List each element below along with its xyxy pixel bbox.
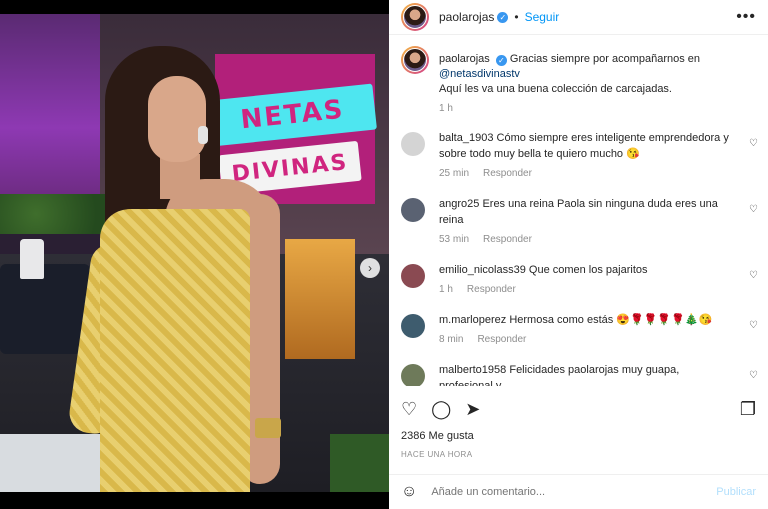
- comment-time: 8 min: [439, 334, 464, 345]
- commenter-avatar[interactable]: [401, 364, 425, 386]
- comment-composer: ☺ Publicar: [389, 474, 768, 509]
- comment-body: balta_1903 Cómo siempre eres inteligente…: [439, 130, 729, 182]
- reply-button[interactable]: Responder: [467, 284, 516, 295]
- comment-body: emilio_nicolass39 Que comen los pajarito…: [439, 262, 729, 298]
- caption-mention[interactable]: @netasdivinastv: [439, 68, 520, 80]
- author-avatar-image: [403, 5, 427, 29]
- comment-input[interactable]: [431, 486, 702, 498]
- comment-text: Hermosa como estás 😍🌹🌹🌹🌹🎄😘: [509, 314, 713, 326]
- like-comment-heart-icon[interactable]: ♡: [749, 370, 758, 381]
- commenter-avatar[interactable]: [401, 264, 425, 288]
- commenter-avatar[interactable]: [401, 198, 425, 222]
- comment-item: angro25 Eres una reina Paola sin ninguna…: [389, 196, 768, 248]
- comment-meta: 25 min Responder: [439, 166, 729, 182]
- post-caption: paolarojas ✓ Gracias siempre por acompañ…: [389, 46, 768, 116]
- comment-item: emilio_nicolass39 Que comen los pajarito…: [389, 262, 768, 298]
- comment-username[interactable]: m.marloperez: [439, 314, 506, 326]
- likes-count[interactable]: 2386 Me gusta: [401, 430, 474, 442]
- reply-button[interactable]: Responder: [477, 334, 526, 345]
- comment-username[interactable]: malberto1958: [439, 364, 506, 376]
- post-timestamp: HACE UNA HORA: [401, 450, 473, 459]
- chevron-right-icon: ›: [368, 261, 372, 275]
- comments-list[interactable]: paolarojas ✓ Gracias siempre por acompañ…: [389, 46, 768, 386]
- photo-lamp: [20, 239, 44, 279]
- next-photo-button[interactable]: ›: [360, 258, 380, 278]
- more-options-icon[interactable]: •••: [736, 8, 756, 26]
- reply-button[interactable]: Responder: [483, 234, 532, 245]
- author-avatar[interactable]: [401, 3, 429, 31]
- woman-face: [148, 76, 206, 162]
- photo-table: [0, 434, 110, 492]
- like-comment-heart-icon[interactable]: ♡: [749, 270, 758, 281]
- caption-avatar-image: [403, 48, 427, 72]
- bracelet: [255, 418, 281, 438]
- comment-text: Eres una reina Paola sin ninguna duda er…: [439, 198, 718, 226]
- comment-bubble-icon[interactable]: ◯: [431, 400, 451, 418]
- comment-text: Que comen los pajaritos: [528, 264, 648, 276]
- caption-username[interactable]: paolarojas: [439, 53, 490, 65]
- sign-text-top: NETAS: [239, 94, 346, 136]
- comment-item: balta_1903 Cómo siempre eres inteligente…: [389, 130, 768, 182]
- commenter-avatar[interactable]: [401, 314, 425, 338]
- comment-item: malberto1958 Felicidades paolarojas muy …: [389, 362, 768, 386]
- photo-bg-purple-wall: [0, 14, 100, 204]
- share-send-icon[interactable]: ➤: [465, 400, 480, 418]
- author-username[interactable]: paolarojas: [439, 10, 494, 24]
- comment-username[interactable]: emilio_nicolass39: [439, 264, 526, 276]
- comment-username[interactable]: balta_1903: [439, 132, 493, 144]
- comment-body: angro25 Eres una reina Paola sin ninguna…: [439, 196, 729, 248]
- comment-meta: 53 min Responder: [439, 232, 729, 248]
- caption-meta: 1 h: [439, 101, 700, 116]
- photo-plant-bottom: [330, 434, 389, 492]
- caption-text: Gracias siempre por acompañarnos en: [509, 53, 701, 65]
- post-header: paolarojas ✓ • Seguir •••: [389, 0, 768, 35]
- post-side-panel: paolarojas ✓ • Seguir ••• paolarojas ✓ G…: [389, 0, 768, 509]
- comment-time: 1 h: [439, 284, 453, 295]
- earring: [198, 126, 208, 144]
- comment-username[interactable]: angro25: [439, 198, 479, 210]
- yellow-dress: [100, 209, 250, 492]
- comment-meta: 8 min Responder: [439, 332, 729, 348]
- like-comment-heart-icon[interactable]: ♡: [749, 320, 758, 331]
- like-comment-heart-icon[interactable]: ♡: [749, 138, 758, 149]
- photo-orange-light: [285, 239, 355, 359]
- comment-meta: 1 h Responder: [439, 282, 729, 298]
- commenter-avatar[interactable]: [401, 132, 425, 156]
- verified-badge-icon: ✓: [497, 11, 509, 23]
- follow-button[interactable]: Seguir: [525, 10, 560, 24]
- like-comment-heart-icon[interactable]: ♡: [749, 204, 758, 215]
- post-actions-bar: ♡ ◯ ➤ ❐: [389, 395, 768, 423]
- save-bookmark-icon[interactable]: ❐: [740, 400, 756, 418]
- caption-text-2: Aquí les va una buena colección de carca…: [439, 83, 672, 95]
- caption-author-avatar[interactable]: [401, 46, 429, 74]
- photo-sofa: [0, 264, 90, 354]
- like-heart-icon[interactable]: ♡: [401, 400, 417, 418]
- comment-item: m.marloperez Hermosa como estás 😍🌹🌹🌹🌹🎄😘 …: [389, 312, 768, 348]
- caption-time: 1 h: [439, 103, 453, 114]
- publish-button[interactable]: Publicar: [716, 486, 756, 498]
- comment-time: 25 min: [439, 168, 470, 179]
- post-photo[interactable]: NETAS DIVINAS ›: [0, 14, 389, 492]
- instagram-post-view: NETAS DIVINAS › paolarojas ✓ • Seguir ••…: [0, 0, 768, 509]
- comment-body: m.marloperez Hermosa como estás 😍🌹🌹🌹🌹🎄😘 …: [439, 312, 729, 348]
- sign-text-bottom: DIVINAS: [230, 149, 350, 187]
- verified-badge-icon: ✓: [495, 55, 507, 66]
- caption-body: paolarojas ✓ Gracias siempre por acompañ…: [439, 52, 700, 116]
- separator-dot: •: [514, 10, 519, 24]
- comment-time: 53 min: [439, 234, 470, 245]
- comment-body: malberto1958 Felicidades paolarojas muy …: [439, 362, 729, 386]
- emoji-smiley-icon[interactable]: ☺: [401, 483, 417, 501]
- reply-button[interactable]: Responder: [483, 168, 532, 179]
